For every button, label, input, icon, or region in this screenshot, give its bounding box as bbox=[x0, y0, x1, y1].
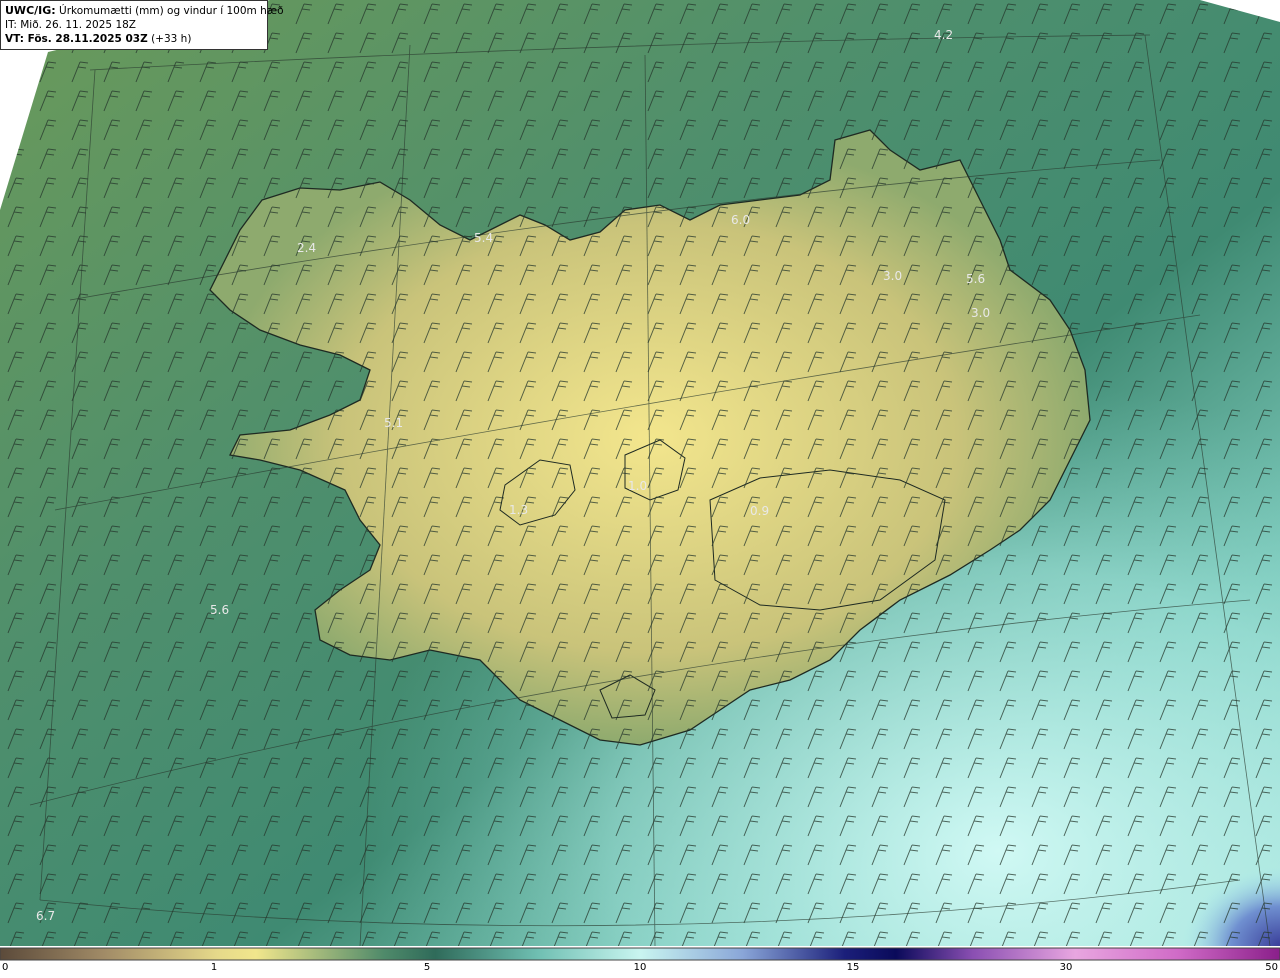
valid-time-value: VT: Fös. 28.11.2025 03Z bbox=[5, 33, 148, 45]
value-label: 0.9 bbox=[750, 504, 769, 518]
value-label: 3.0 bbox=[883, 269, 902, 283]
colorbar-tick: 50 bbox=[1265, 962, 1278, 973]
colorbar: 0 1 5 10 15 30 50 bbox=[0, 946, 1280, 978]
weather-map: 4.2 5.4 6.0 2.4 3.0 5.6 3.0 5.1 1.0 1.3 … bbox=[0, 0, 1280, 946]
colorbar-tick: 1 bbox=[210, 962, 218, 973]
colorbar-tick: 10 bbox=[633, 962, 647, 973]
valid-time: VT: Fös. 28.11.2025 03Z (+33 h) bbox=[5, 32, 263, 46]
wind-barbs bbox=[0, 0, 1280, 946]
colorbar-strip bbox=[0, 947, 1280, 961]
value-label: 5.4 bbox=[474, 231, 493, 245]
value-label: 4.2 bbox=[934, 28, 953, 42]
value-label: 5.6 bbox=[966, 272, 985, 286]
value-label: 5.1 bbox=[384, 416, 403, 430]
map-info-box: UWC/IG: Úrkomumætti (mm) og vindur í 100… bbox=[0, 0, 284, 50]
colorbar-tick: 30 bbox=[1059, 962, 1073, 973]
value-label: 1.0 bbox=[628, 479, 647, 493]
title-text: Úrkomumætti (mm) og vindur í 100m hæð bbox=[55, 5, 284, 17]
model-name: UWC/IG: bbox=[5, 4, 56, 17]
colorbar-tick: 0 bbox=[2, 962, 9, 973]
initial-time: IT: Mið. 26. 11. 2025 18Z bbox=[5, 19, 136, 31]
value-label: 1.3 bbox=[509, 503, 528, 517]
colorbar-tick: 15 bbox=[846, 962, 860, 973]
value-label: 6.7 bbox=[36, 909, 55, 923]
value-label: 3.0 bbox=[971, 306, 990, 320]
value-label: 5.6 bbox=[210, 603, 229, 617]
value-label: 2.4 bbox=[297, 241, 316, 255]
map-title: UWC/IG: Úrkomumætti (mm) og vindur í 100… bbox=[5, 4, 284, 18]
colorbar-tick: 5 bbox=[423, 962, 431, 973]
forecast-hour: (+33 h) bbox=[147, 33, 192, 45]
value-label: 6.0 bbox=[731, 213, 750, 227]
